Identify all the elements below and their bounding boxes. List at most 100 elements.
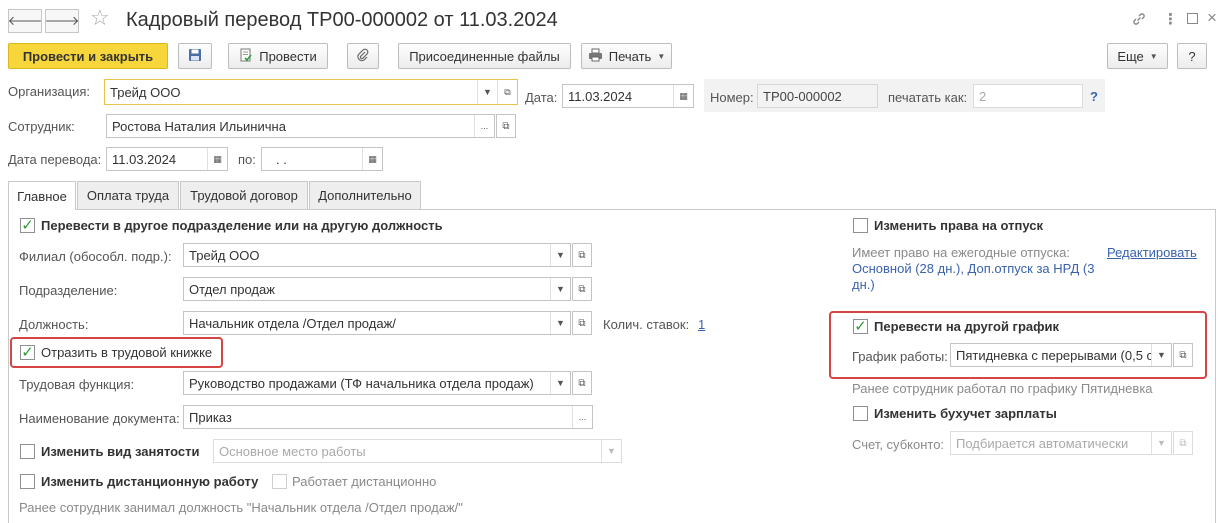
schedule-value: Пятидневка с перерывами (0,5 с	[956, 347, 1151, 363]
to-date-field[interactable]: . . ▦	[261, 147, 383, 171]
dropdown-icon[interactable]: ▼	[550, 372, 570, 394]
vacation-info-line2: Основной (28 дн.), Доп.отпуск за НРД (3	[852, 261, 1095, 276]
print-as-label: печатать как:	[888, 90, 968, 105]
close-icon[interactable]: ×	[1207, 8, 1217, 28]
floppy-disk-icon	[188, 48, 202, 65]
dept-open-icon[interactable]: ⧉	[572, 277, 592, 301]
post-button[interactable]: Провести	[228, 43, 328, 69]
active-tab-joiner	[9, 208, 75, 211]
dropdown-icon[interactable]: ▼	[550, 278, 570, 300]
position-open-icon[interactable]: ⧉	[572, 311, 592, 335]
change-remote-checkbox[interactable]	[20, 474, 35, 489]
position-label: Должность:	[19, 317, 89, 332]
date-field[interactable]: 11.03.2024 ▦	[562, 84, 694, 108]
printer-icon	[588, 48, 603, 65]
branch-field[interactable]: Трейд ООО ▼	[183, 243, 571, 267]
dropdown-icon[interactable]: ▼	[550, 244, 570, 266]
print-as-value: 2	[979, 88, 987, 104]
more-button[interactable]: Еще ▼	[1107, 43, 1168, 69]
branch-open-icon[interactable]: ⧉	[572, 243, 592, 267]
employment-field[interactable]: Основное место работы ▼	[213, 439, 622, 463]
transfer-date-value: 11.03.2024	[112, 151, 177, 167]
paperclip-icon	[356, 48, 370, 65]
employee-open-icon[interactable]: ⧉	[496, 114, 516, 138]
to-label: по:	[238, 152, 256, 167]
document-post-icon	[239, 48, 253, 65]
vertical-dots-icon[interactable]: ⋮	[1163, 10, 1178, 28]
dept-field[interactable]: Отдел продаж ▼	[183, 277, 571, 301]
transfer-dept-label: Перевести в другое подразделение или на …	[41, 218, 443, 233]
employment-value: Основное место работы	[219, 443, 366, 459]
remote-checkbox[interactable]	[272, 474, 287, 489]
dropdown-icon[interactable]: ▼	[601, 440, 621, 462]
save-button[interactable]	[178, 43, 212, 69]
labor-func-field[interactable]: Руководство продажами (ТФ начальника отд…	[183, 371, 571, 395]
tab-main[interactable]: Главное	[8, 181, 76, 210]
tab-payment[interactable]: Оплата труда	[77, 181, 179, 209]
arrow-right-icon: 🡒	[44, 13, 80, 28]
post-button-label: Провести	[259, 48, 317, 64]
prev-schedule-note: Ранее сотрудник работал по графику Пятид…	[852, 381, 1153, 396]
chevron-down-icon: ▼	[657, 51, 666, 61]
tab-contract[interactable]: Трудовой договор	[180, 181, 308, 209]
workbook-checkbox[interactable]: ✓	[20, 345, 35, 360]
remote-label: Работает дистанционно	[292, 474, 437, 489]
rates-label: Колич. ставок:	[603, 317, 690, 332]
dropdown-icon[interactable]: ▼	[1151, 432, 1171, 454]
change-employment-label: Изменить вид занятости	[41, 444, 200, 459]
open-icon[interactable]: ⧉	[497, 80, 517, 104]
organization-field[interactable]: Трейд ООО ▼ ⧉	[104, 79, 518, 105]
vacation-rights-label: Изменить права на отпуск	[874, 218, 1043, 233]
post-and-close-button[interactable]: Провести и закрыть	[8, 43, 168, 69]
vacation-rights-checkbox[interactable]	[853, 218, 868, 233]
attach-button[interactable]	[347, 43, 379, 69]
schedule-field[interactable]: Пятидневка с перерывами (0,5 с ▼	[950, 343, 1172, 367]
back-button[interactable]: 🡐	[8, 9, 42, 33]
forward-button[interactable]: 🡒	[45, 9, 79, 33]
employee-value: Ростова Наталия Ильинична	[112, 118, 286, 134]
payroll-checkbox[interactable]	[853, 406, 868, 421]
calendar-icon[interactable]: ▦	[207, 148, 227, 170]
help-button[interactable]: ?	[1177, 43, 1207, 69]
maximize-icon[interactable]	[1187, 13, 1198, 24]
transfer-dept-checkbox[interactable]: ✓	[20, 218, 35, 233]
account-field[interactable]: Подбирается автоматически ▼	[950, 431, 1172, 455]
doc-name-field[interactable]: Приказ ...	[183, 405, 593, 429]
calendar-icon[interactable]: ▦	[673, 85, 693, 107]
link-icon[interactable]	[1131, 11, 1147, 31]
vacation-info-line1: Имеет право на ежегодные отпуска:	[852, 245, 1070, 260]
employee-field[interactable]: Ростова Наталия Ильинична ...	[106, 114, 495, 138]
schedule-transfer-checkbox[interactable]: ✓	[853, 319, 868, 334]
labor-func-open-icon[interactable]: ⧉	[572, 371, 592, 395]
edit-vacation-link[interactable]: Редактировать	[1107, 245, 1197, 260]
number-value: ТР00-000002	[763, 88, 842, 104]
ellipsis-icon[interactable]: ...	[474, 115, 494, 137]
organization-value: Трейд ООО	[110, 84, 181, 100]
dropdown-icon[interactable]: ▼	[477, 80, 497, 104]
transfer-date-field[interactable]: 11.03.2024 ▦	[106, 147, 228, 171]
page-title: Кадровый перевод ТР00-000002 от 11.03.20…	[126, 9, 558, 31]
more-button-label: Еще	[1117, 48, 1144, 64]
schedule-label: График работы:	[852, 349, 948, 364]
attached-files-button[interactable]: Присоединенные файлы	[398, 43, 571, 69]
calendar-icon[interactable]: ▦	[362, 148, 382, 170]
change-employment-checkbox[interactable]	[20, 444, 35, 459]
position-field[interactable]: Начальник отдела /Отдел продаж/ ▼	[183, 311, 571, 335]
favorite-star-icon[interactable]: ☆	[90, 5, 110, 31]
print-as-field[interactable]: 2	[973, 84, 1083, 108]
dropdown-icon[interactable]: ▼	[1151, 344, 1171, 366]
schedule-open-icon[interactable]: ⧉	[1173, 343, 1193, 367]
employee-label: Сотрудник:	[8, 119, 75, 134]
dropdown-icon[interactable]: ▼	[550, 312, 570, 334]
help-mark[interactable]: ?	[1090, 89, 1098, 104]
ellipsis-icon[interactable]: ...	[572, 406, 592, 428]
branch-value: Трейд ООО	[189, 247, 260, 263]
position-value: Начальник отдела /Отдел продаж/	[189, 315, 396, 331]
rates-value-link[interactable]: 1	[698, 317, 705, 332]
account-open-icon[interactable]: ⧉	[1173, 431, 1193, 455]
labor-func-label: Трудовая функция:	[19, 377, 135, 392]
print-button[interactable]: Печать ▼	[581, 43, 672, 69]
org-label: Организация:	[8, 84, 91, 99]
number-field[interactable]: ТР00-000002	[757, 84, 878, 108]
tab-additional[interactable]: Дополнительно	[309, 181, 421, 209]
